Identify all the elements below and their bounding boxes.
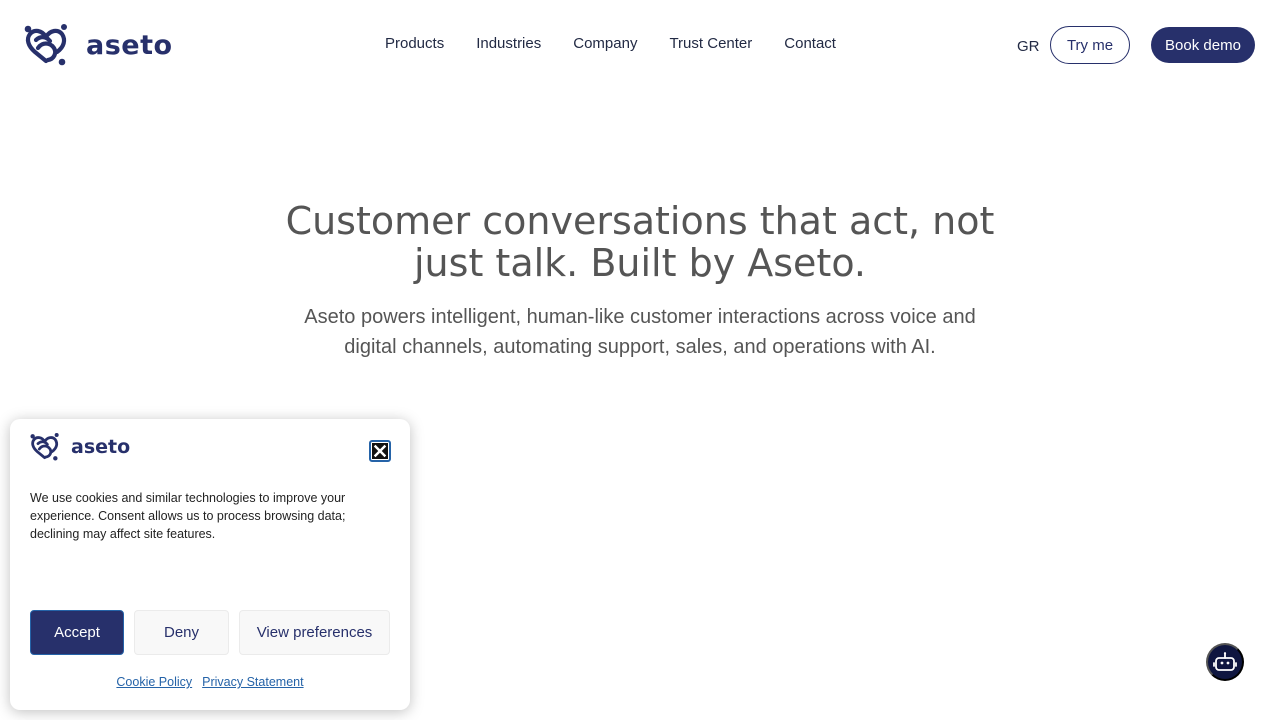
cookie-policy-link[interactable]: Cookie Policy (116, 675, 192, 689)
cookie-preferences-button[interactable]: View preferences (239, 610, 390, 655)
cookie-consent-dialog: aseto We use cookies and similar technol… (10, 419, 410, 710)
aseto-logo-icon (24, 24, 67, 66)
language-switch[interactable]: GR (1017, 38, 1040, 55)
chatbot-launcher-button[interactable] (1206, 643, 1244, 681)
site-header: aseto Products Industries Company Trust … (0, 0, 1280, 90)
cookie-message: We use cookies and similar technologies … (30, 491, 346, 541)
nav-item-company[interactable]: Company (573, 35, 637, 52)
hero-subtitle: Aseto powers intelligent, human-like cus… (240, 302, 1040, 362)
hero-subtitle-line-2: digital channels, automating support, sa… (344, 336, 936, 358)
cookie-logo-text: aseto (71, 436, 131, 458)
hero-title-line-2: just talk. Built by Aseto. (414, 241, 866, 285)
nav-item-contact[interactable]: Contact (784, 35, 836, 52)
logo-text: aseto (86, 29, 173, 61)
cookie-accept-button[interactable]: Accept (30, 610, 124, 655)
nav-item-trust-center[interactable]: Trust Center (669, 35, 752, 52)
try-me-button[interactable]: Try me (1050, 26, 1130, 64)
close-icon (372, 443, 388, 459)
hero-title-line-1: Customer conversations that act, not (285, 199, 995, 243)
hero-subtitle-line-1: Aseto powers intelligent, human-like cus… (304, 306, 976, 328)
cookie-logo: aseto (30, 433, 130, 461)
logo-link[interactable]: aseto (24, 24, 173, 66)
cookie-links: Cookie Policy Privacy Statement (10, 675, 410, 689)
cookie-close-button[interactable] (369, 440, 391, 462)
nav-item-products[interactable]: Products (385, 35, 444, 52)
privacy-statement-link[interactable]: Privacy Statement (202, 675, 303, 689)
cookie-deny-button[interactable]: Deny (134, 610, 229, 655)
nav-item-industries[interactable]: Industries (476, 35, 541, 52)
chatbot-icon (1213, 652, 1237, 671)
main-nav: Products Industries Company Trust Center… (385, 35, 836, 52)
book-demo-button[interactable]: Book demo (1151, 27, 1255, 63)
hero-title: Customer conversations that act, not jus… (240, 200, 1040, 284)
aseto-logo-icon (30, 433, 59, 461)
